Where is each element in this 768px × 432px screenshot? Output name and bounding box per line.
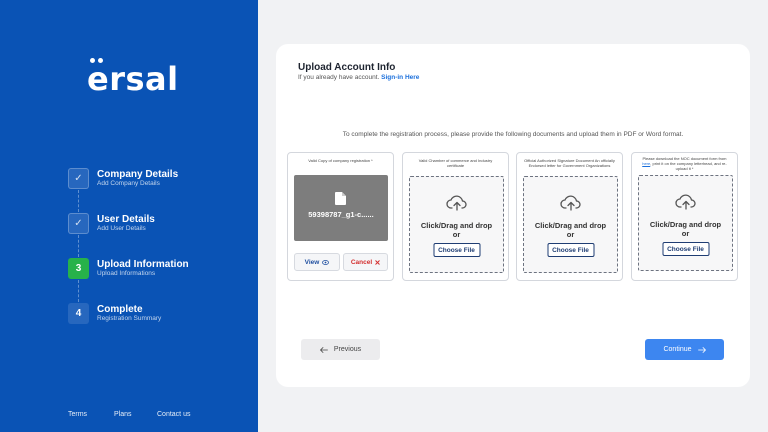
file-dropzone[interactable]: Click/Drag and drop or Choose File	[523, 176, 618, 273]
cloud-upload-icon	[674, 194, 696, 210]
arrow-right-icon	[697, 346, 706, 353]
signin-prompt: If you already have account. Sign-in Her…	[298, 74, 419, 81]
continue-button[interactable]: Continue	[645, 339, 724, 360]
cloud-upload-icon	[445, 195, 467, 211]
choose-file-button[interactable]: Choose File	[433, 243, 480, 257]
drop-text: Click/Drag and drop or	[639, 220, 732, 238]
previous-label: Previous	[333, 346, 362, 353]
doc-authorized-signature: Official Authorized Signature Document A…	[516, 152, 623, 281]
arrow-left-icon	[319, 346, 328, 353]
check-icon: ✓	[68, 168, 89, 189]
uploaded-file-preview: 59398787_g1-c......	[294, 175, 388, 241]
signin-link[interactable]: Sign-in Here	[381, 74, 419, 81]
choose-file-button[interactable]: Choose File	[547, 243, 594, 257]
cloud-upload-icon	[559, 195, 581, 211]
signin-prompt-text: If you already have account.	[298, 74, 380, 81]
cancel-label: Cancel	[350, 258, 373, 266]
doc-label: Valid Copy of company registration *	[308, 158, 373, 163]
page-title: Upload Account Info	[298, 62, 396, 73]
view-button[interactable]: View	[294, 253, 340, 271]
plans-link[interactable]: Plans	[114, 411, 132, 418]
drop-text: Click/Drag and drop or	[410, 221, 503, 239]
doc-noc: Please download the NOC document form fr…	[631, 152, 738, 281]
close-icon	[375, 259, 381, 265]
step-complete[interactable]: 4 Complete Registration Summary	[68, 303, 248, 327]
doc-chamber-of-commerce: Valid Chamber of commerce and Industry c…	[402, 152, 509, 281]
step-user-details[interactable]: ✓ User Details Add User Details	[68, 213, 248, 237]
check-icon: ✓	[68, 213, 89, 234]
contact-link[interactable]: Contact us	[157, 411, 190, 418]
choose-file-button[interactable]: Choose File	[662, 242, 709, 256]
doc-label: Official Authorized Signature Document A…	[524, 158, 615, 168]
file-icon	[335, 192, 346, 205]
drop-instruction: Click/Drag and drop	[534, 221, 607, 230]
step-company-details[interactable]: ✓ Company Details Add Company Details	[68, 168, 248, 192]
eye-icon	[322, 259, 330, 265]
step-connector	[78, 235, 79, 257]
previous-button[interactable]: Previous	[301, 339, 380, 360]
step-connector	[78, 280, 79, 302]
doc-label: Valid Chamber of commerce and Industry c…	[418, 158, 493, 168]
cancel-button[interactable]: Cancel	[343, 253, 388, 271]
step-upload-information[interactable]: 3 Upload Information Upload Informations	[68, 258, 248, 282]
doc-label-post: , print it on the company letterhead, an…	[650, 161, 727, 171]
step-title: Upload Information	[97, 259, 189, 270]
doc-company-registration: Valid Copy of company registration * 593…	[287, 152, 394, 281]
step-title: Complete	[97, 304, 143, 315]
drop-or: or	[452, 230, 461, 239]
step-title: User Details	[97, 214, 155, 225]
step-number: 3	[68, 258, 89, 279]
drop-or: or	[681, 229, 690, 238]
file-name: 59398787_g1-c......	[308, 210, 374, 219]
step-title: Company Details	[97, 169, 179, 180]
file-dropzone[interactable]: Click/Drag and drop or Choose File	[409, 176, 504, 273]
drop-instruction: Click/Drag and drop	[420, 221, 493, 230]
drop-or: or	[566, 230, 575, 239]
step-number: 4	[68, 303, 89, 324]
drop-text: Click/Drag and drop or	[524, 221, 617, 239]
drop-instruction: Click/Drag and drop	[649, 220, 722, 229]
continue-label: Continue	[663, 346, 692, 353]
step-subtitle: Add User Details	[97, 225, 146, 232]
instructions: To complete the registration process, pl…	[342, 131, 684, 138]
terms-link[interactable]: Terms	[68, 411, 87, 418]
sidebar: ersal ✓ Company Details Add Company Deta…	[0, 0, 258, 432]
view-label: View	[304, 258, 320, 266]
step-subtitle: Add Company Details	[97, 180, 160, 187]
file-dropzone[interactable]: Click/Drag and drop or Choose File	[638, 175, 733, 271]
step-subtitle: Registration Summary	[97, 315, 162, 322]
upload-card: Upload Account Info If you already have …	[276, 44, 750, 387]
doc-label: Please download the NOC document form fr…	[642, 156, 727, 171]
step-subtitle: Upload Informations	[97, 270, 156, 277]
step-connector	[78, 190, 79, 212]
brand-logo: ersal	[87, 60, 179, 98]
